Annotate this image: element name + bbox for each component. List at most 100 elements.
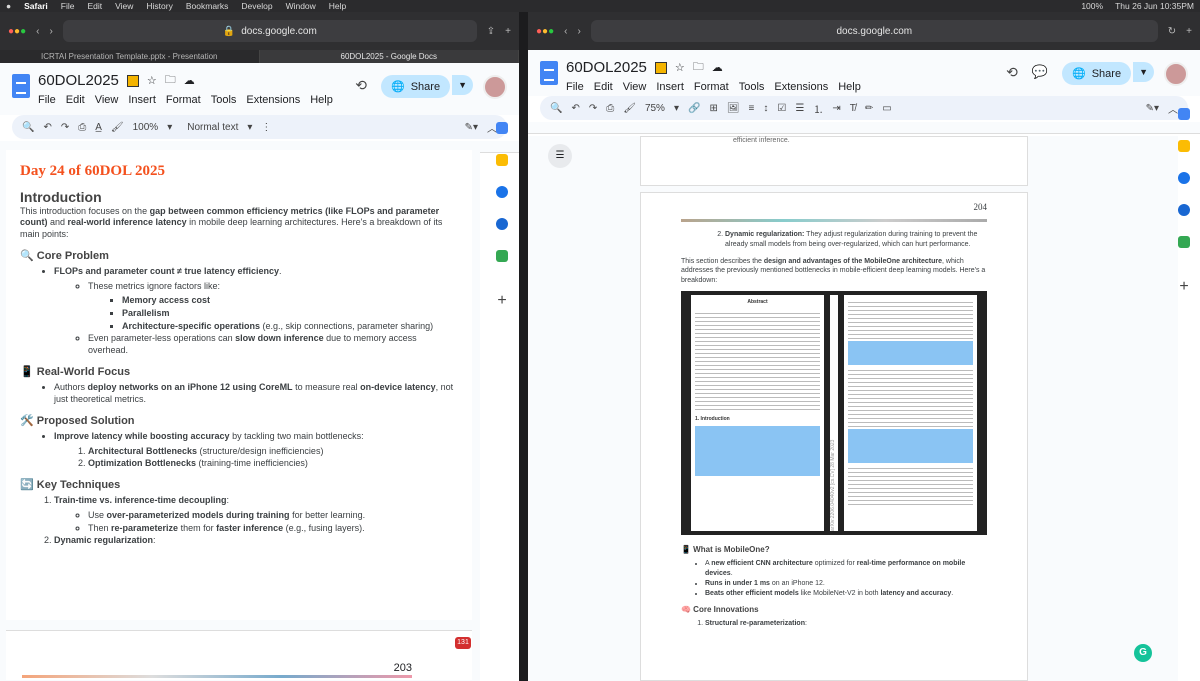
share-dropdown-icon[interactable]: ▼ — [1133, 62, 1154, 82]
document-page[interactable]: Day 24 of 60DOL 2025 Introduction This i… — [6, 150, 472, 620]
tab-presentation[interactable]: ICRTAI Presentation Template.pptx - Pres… — [0, 50, 260, 63]
keep-icon[interactable] — [496, 154, 508, 166]
notification-badge[interactable]: 131 — [455, 637, 471, 649]
menu-window[interactable]: Window — [286, 1, 316, 11]
avatar[interactable] — [483, 75, 507, 99]
line-spacing-icon[interactable]: ↕ — [763, 103, 768, 114]
add-addon-icon[interactable]: + — [1179, 278, 1188, 296]
menu-file[interactable]: File — [61, 1, 75, 11]
comment-add-icon[interactable]: ⊞ — [709, 103, 717, 114]
document-page[interactable]: 204 Dynamic regularization: They adjust … — [640, 192, 1028, 681]
redo-icon[interactable]: ↷ — [61, 122, 69, 133]
docs-menu-edit[interactable]: Edit — [66, 94, 85, 106]
docs-menu-extensions[interactable]: Extensions — [246, 94, 300, 106]
menu-history[interactable]: History — [146, 1, 172, 11]
docs-menu-file[interactable]: File — [566, 81, 584, 93]
calendar-icon[interactable] — [1178, 108, 1190, 120]
docs-logo-icon[interactable] — [540, 61, 558, 85]
clear-format-icon[interactable]: T̸ — [850, 103, 856, 114]
maps-icon[interactable] — [1178, 236, 1190, 248]
menu-develop[interactable]: Develop — [241, 1, 272, 11]
doc-title[interactable]: 60DOL2025 — [566, 59, 647, 76]
calendar-icon[interactable] — [496, 122, 508, 134]
share-button[interactable]: 🌐 Share — [1062, 62, 1132, 85]
back-icon[interactable]: ‹ — [564, 26, 567, 37]
zoom-select[interactable]: 100% — [133, 122, 159, 133]
avatar[interactable] — [1164, 62, 1188, 86]
search-icon[interactable]: 🔍 — [550, 103, 562, 114]
cloud-icon[interactable]: ☁ — [712, 61, 723, 74]
doc-title[interactable]: 60DOL2025 — [38, 72, 119, 89]
chevron-down-icon[interactable]: ▾ — [167, 122, 172, 133]
search-icon[interactable]: 🔍 — [22, 122, 34, 133]
style-select[interactable]: Normal text — [187, 122, 238, 133]
star-icon[interactable]: ☆ — [147, 74, 157, 87]
new-tab-icon[interactable]: + — [1186, 26, 1192, 37]
docs-menu-help[interactable]: Help — [838, 81, 861, 93]
contacts-icon[interactable] — [1178, 204, 1190, 216]
traffic-lights[interactable]: ●●● — [8, 26, 26, 37]
move-folder-icon[interactable]: 🗀 — [693, 58, 704, 77]
align-icon[interactable]: ≡ — [749, 103, 755, 114]
undo-icon[interactable]: ↶ — [571, 103, 579, 114]
link-icon[interactable]: 🔗 — [688, 103, 700, 114]
outline-icon[interactable]: ☰ — [548, 144, 572, 168]
add-addon-icon[interactable]: + — [497, 292, 506, 310]
numbered-list-icon[interactable]: ⒈ — [813, 101, 823, 116]
version-history-icon[interactable]: ⟲ — [1006, 64, 1018, 81]
checklist-icon[interactable]: ☑ — [777, 103, 786, 114]
tab-docs[interactable]: 60DOL2025 - Google Docs — [259, 50, 519, 63]
docs-menu-view[interactable]: View — [95, 94, 119, 106]
address-bar[interactable]: 🔒 docs.google.com — [62, 20, 477, 42]
print-icon[interactable]: ⎙ — [606, 103, 614, 114]
highlight-icon[interactable]: ✏ — [865, 103, 873, 114]
next-page-top[interactable]: 203 — [6, 630, 472, 680]
menu-view[interactable]: View — [115, 1, 133, 11]
reload-icon[interactable]: ↻ — [1168, 26, 1176, 37]
chevron-down-icon[interactable]: ▾ — [674, 103, 679, 114]
docs-menu-help[interactable]: Help — [310, 94, 333, 106]
docs-menu-format[interactable]: Format — [166, 94, 201, 106]
edit-mode-icon[interactable]: ✎▾ — [465, 122, 478, 133]
menu-bookmarks[interactable]: Bookmarks — [186, 1, 229, 11]
ruler[interactable] — [528, 122, 1200, 134]
share-button[interactable]: 🌐 Share — [381, 75, 451, 98]
tasks-icon[interactable] — [1178, 172, 1190, 184]
maps-icon[interactable] — [496, 250, 508, 262]
menu-safari[interactable]: Safari — [24, 1, 48, 11]
menu-edit[interactable]: Edit — [87, 1, 102, 11]
clock[interactable]: Thu 26 Jun 10:35PM — [1115, 1, 1194, 11]
share-sheet-icon[interactable]: ⇪ — [487, 26, 495, 37]
docs-menu-tools[interactable]: Tools — [739, 81, 765, 93]
move-folder-icon[interactable]: 🗀 — [165, 71, 176, 90]
previous-page[interactable]: efficient inference. — [640, 136, 1028, 186]
edit-mode-icon[interactable]: ✎▾ — [1146, 103, 1159, 114]
paint-format-icon[interactable]: 🖌 — [623, 103, 636, 114]
apple-icon[interactable]: ● — [6, 1, 11, 11]
bullet-list-icon[interactable]: ☰ — [795, 103, 804, 114]
forward-icon[interactable]: › — [577, 26, 580, 37]
grammarly-icon[interactable]: G — [1134, 644, 1152, 662]
border-icon[interactable]: ▭ — [882, 103, 891, 114]
redo-icon[interactable]: ↷ — [589, 103, 597, 114]
print-icon[interactable]: ⎙ — [78, 122, 86, 133]
star-icon[interactable]: ☆ — [675, 61, 685, 74]
comment-icon[interactable]: 💬 — [1032, 64, 1048, 80]
image-icon[interactable]: 🖼 — [727, 103, 740, 114]
menu-help[interactable]: Help — [329, 1, 346, 11]
docs-menu-file[interactable]: File — [38, 94, 56, 106]
paint-format-icon[interactable]: 🖌 — [111, 122, 124, 133]
new-tab-icon[interactable]: + — [505, 26, 511, 37]
forward-icon[interactable]: › — [49, 26, 52, 37]
docs-menu-extensions[interactable]: Extensions — [774, 81, 828, 93]
more-icon[interactable]: ⋮ — [261, 122, 271, 133]
zoom-select[interactable]: 75% — [645, 103, 665, 114]
cloud-icon[interactable]: ☁ — [184, 74, 195, 87]
docs-menu-insert[interactable]: Insert — [656, 81, 684, 93]
keep-icon[interactable] — [1178, 140, 1190, 152]
docs-menu-edit[interactable]: Edit — [594, 81, 613, 93]
tasks-icon[interactable] — [496, 186, 508, 198]
undo-icon[interactable]: ↶ — [43, 122, 51, 133]
address-bar[interactable]: docs.google.com — [590, 20, 1158, 42]
docs-menu-tools[interactable]: Tools — [211, 94, 237, 106]
